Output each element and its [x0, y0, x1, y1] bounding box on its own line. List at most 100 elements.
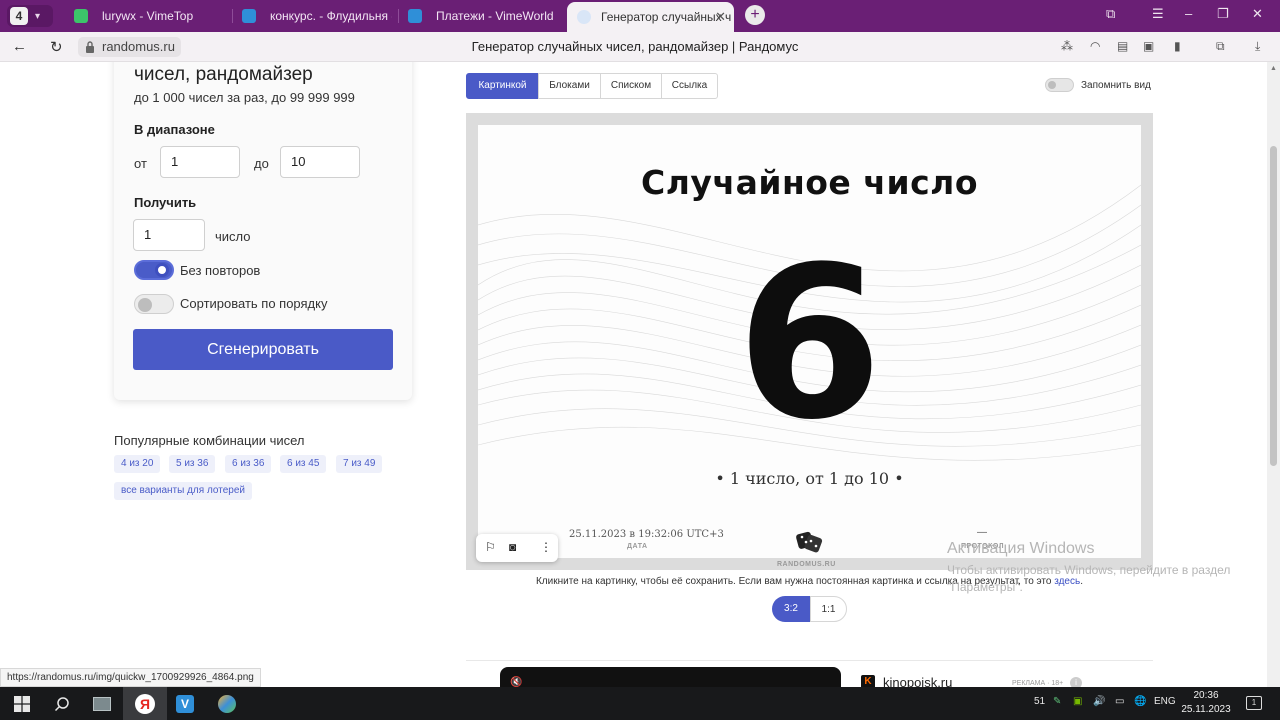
vimeworld-favicon-icon — [408, 9, 422, 23]
chip-7-of-49[interactable]: 7 из 49 — [336, 455, 383, 473]
scrollbar-thumb[interactable] — [1270, 146, 1277, 466]
no-repeat-toggle[interactable] — [134, 260, 174, 280]
taskbar-app-yandex-browser[interactable]: Я — [123, 687, 167, 720]
chevron-down-icon: ▾ — [35, 10, 41, 22]
randomus-brand-label: RANDOMUS.RU — [777, 561, 836, 568]
tab-counter-button[interactable]: 4 ▾ — [7, 5, 53, 27]
bookmark-icon[interactable]: ▮ — [1174, 39, 1188, 53]
toggle-knob — [155, 263, 169, 277]
windows-taskbar: Я V 51 ✎ ▣ 🔊 ▭ 🌐 ENG 20:36 25.11.2023 1 — [0, 687, 1280, 720]
status-bar-url: https://randomus.ru/img/quickw_170092992… — [0, 668, 261, 687]
tab-view-link[interactable]: Ссылка — [661, 73, 718, 99]
ad-block[interactable]: 🔇 K kinopoisk.ru РЕКЛАМА · 18+ i — [466, 660, 1153, 687]
chip-4-of-20[interactable]: 4 из 20 — [114, 455, 161, 473]
tab-vimetop[interactable]: lurywx - VimeTop — [74, 3, 224, 29]
pen-icon[interactable]: ✎ — [1053, 696, 1061, 707]
ad-info-icon[interactable]: i — [1070, 677, 1082, 687]
ratio-3-2-button[interactable]: 3:2 — [772, 596, 810, 622]
chip-6-of-36[interactable]: 6 из 36 — [225, 455, 272, 473]
windows-activation-watermark: Активация Windows Чтобы активировать Win… — [947, 540, 1230, 596]
remember-view-toggle[interactable] — [1045, 78, 1074, 92]
generator-heading: чисел, рандомайзер — [134, 64, 313, 85]
screenshot-icon[interactable]: ▣ — [1143, 39, 1157, 53]
notifications-icon[interactable]: 1 — [1246, 696, 1262, 710]
scroll-up-icon[interactable]: ▲ — [1270, 65, 1277, 72]
ad-video[interactable]: 🔇 — [500, 667, 841, 687]
network-icon[interactable]: 🌐 — [1134, 696, 1146, 707]
from-label: от — [134, 156, 147, 171]
chip-5-of-36[interactable]: 5 из 36 — [169, 455, 216, 473]
paint-palette-icon — [218, 694, 236, 713]
restore-icon[interactable]: ❐ — [1217, 6, 1229, 22]
bookmark-icon[interactable]: ⚐ — [485, 540, 496, 554]
download-icon[interactable]: ⤓ — [1255, 39, 1269, 53]
tab-vimeworld-payments[interactable]: Платежи - VimeWorld — [408, 3, 558, 29]
extensions-icon[interactable]: ⁂ — [1061, 39, 1075, 53]
tab-list-icon[interactable]: ⧉ — [1106, 6, 1115, 22]
result-datetime: 25.11.2023 в 19:32:06 UTC+3 — [569, 529, 724, 540]
all-lottery-variants-link[interactable]: все варианты для лотерей — [114, 482, 252, 500]
toggle-knob — [1048, 81, 1056, 89]
date-label: ДАТА — [627, 543, 648, 550]
page-scrollbar[interactable]: ▲ — [1267, 62, 1280, 687]
toggle-knob — [138, 298, 152, 312]
vimeworld-favicon-icon — [242, 9, 256, 23]
result-image[interactable]: Случайное число 6 • 1 число, от 1 до 10 … — [478, 125, 1141, 558]
remember-view-label: Запомнить вид — [1081, 80, 1151, 91]
address-bar: ← ↻ randomus.ru Генератор случайных чисе… — [0, 32, 1280, 62]
vimeworld-icon: V — [176, 694, 194, 713]
minimize-icon[interactable]: – — [1185, 6, 1192, 21]
taskbar-app-vimeworld[interactable]: V — [163, 687, 207, 720]
camera-icon[interactable]: ◙ — [509, 540, 516, 554]
nvidia-icon[interactable]: ▣ — [1073, 696, 1082, 707]
page-title: Генератор случайных чисел, рандомайзер |… — [471, 39, 799, 54]
count-unit-label: число — [215, 229, 251, 244]
headphones-icon[interactable]: ◠ — [1090, 39, 1104, 53]
more-vertical-icon[interactable]: ⋮ — [540, 540, 552, 554]
tab-view-list[interactable]: Списком — [600, 73, 662, 99]
start-button[interactable] — [0, 687, 44, 720]
protocol-value: — — [977, 527, 987, 538]
taskbar-app-explorer[interactable] — [80, 687, 124, 720]
windows-logo-icon — [14, 695, 30, 712]
tab-view-image[interactable]: Картинкой — [466, 73, 539, 99]
generate-button[interactable]: Сгенерировать — [133, 329, 393, 370]
sort-toggle[interactable] — [134, 294, 174, 314]
tab-vimeworld-forum[interactable]: конкурс. - Флудильня - Vi — [242, 3, 392, 29]
result-title: Случайное число — [641, 163, 978, 202]
taskbar-clock[interactable]: 20:36 25.11.2023 — [1178, 689, 1234, 717]
activation-line-1: Чтобы активировать Windows, перейдите в … — [947, 563, 1231, 577]
ratio-1-1-button[interactable]: 1:1 — [810, 596, 847, 622]
battery-icon[interactable]: ▭ — [1115, 696, 1124, 707]
search-icon — [54, 696, 69, 711]
mute-icon[interactable]: 🔇 — [510, 677, 522, 687]
taskbar-app-paint[interactable] — [205, 687, 249, 720]
result-description: • 1 число, от 1 до 10 • — [715, 469, 904, 488]
chip-6-of-45[interactable]: 6 из 45 — [280, 455, 327, 473]
volume-icon[interactable]: 🔊 — [1093, 696, 1105, 707]
dice-icon — [796, 531, 823, 553]
close-icon[interactable]: ✕ — [715, 9, 726, 25]
search-button[interactable] — [40, 687, 84, 720]
tab-view-blocks[interactable]: Блоками — [538, 73, 601, 99]
tab-separator — [398, 9, 399, 23]
ad-tag: РЕКЛАМА · 18+ — [1012, 680, 1064, 687]
collections-icon[interactable]: ⧉ — [1216, 39, 1230, 53]
range-from-input[interactable]: 1 — [160, 146, 240, 178]
input-language[interactable]: ENG — [1154, 696, 1176, 707]
globe-icon — [577, 10, 591, 24]
tray-counter[interactable]: 51 — [1034, 696, 1045, 707]
range-to-input[interactable]: 10 — [280, 146, 360, 178]
ad-advertiser[interactable]: kinopoisk.ru — [883, 675, 952, 687]
count-input[interactable]: 1 — [133, 219, 205, 251]
activation-line-2: "Параметры". — [947, 580, 1023, 594]
tab-randomus-active[interactable]: Генератор случайных ч ✕ — [567, 2, 734, 32]
popular-title: Популярные комбинации чисел — [114, 433, 305, 448]
new-tab-button[interactable]: + — [745, 5, 765, 25]
to-label: до — [254, 156, 269, 171]
result-image-frame[interactable]: Случайное число 6 • 1 число, от 1 до 10 … — [466, 113, 1153, 570]
menu-icon[interactable]: ☰ — [1152, 6, 1164, 22]
reader-icon[interactable]: ▤ — [1117, 39, 1131, 53]
kinopoisk-logo-icon: K — [861, 675, 875, 687]
window-close-icon[interactable]: ✕ — [1252, 6, 1263, 22]
